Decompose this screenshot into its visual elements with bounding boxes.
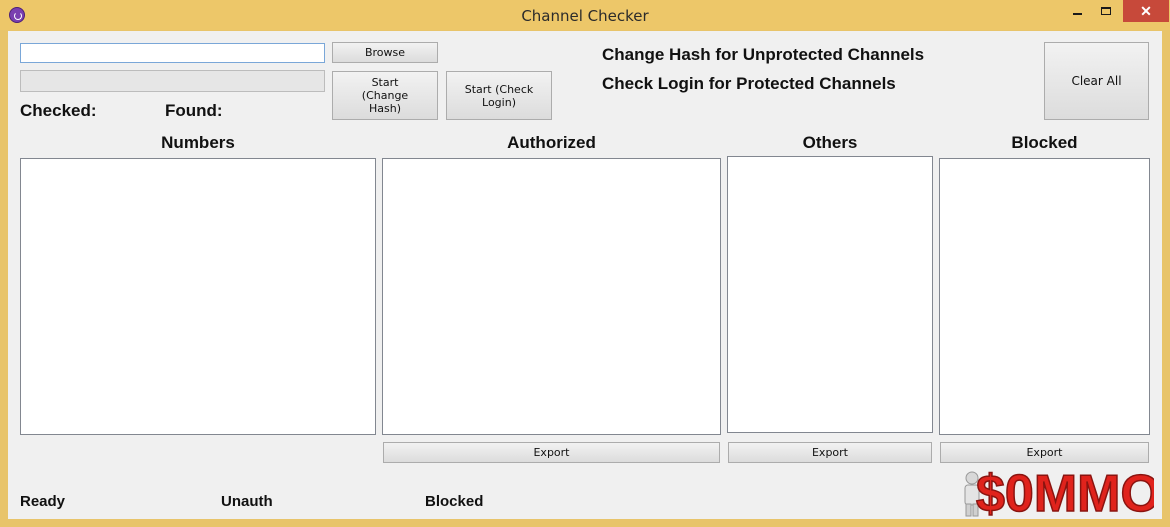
authorized-list[interactable] <box>382 158 721 435</box>
clear-all-button[interactable]: Clear All <box>1044 42 1149 120</box>
checked-label: Checked: <box>20 101 97 120</box>
others-header: Others <box>802 133 858 152</box>
title-bar[interactable]: Channel Checker ✕ <box>0 0 1170 30</box>
start-check-login-button[interactable]: Start (Check Login) <box>446 71 552 120</box>
progress-bar <box>20 70 325 92</box>
authorized-header: Authorized <box>507 133 596 152</box>
app-window: Channel Checker ✕ Browse Start (Change H… <box>0 0 1170 527</box>
close-button[interactable]: ✕ <box>1123 0 1169 22</box>
export-others-button[interactable]: Export <box>728 442 932 463</box>
status-unauth: Unauth <box>221 493 273 510</box>
browse-button[interactable]: Browse <box>332 42 438 63</box>
file-path-input[interactable] <box>20 43 325 63</box>
numbers-list[interactable] <box>20 158 376 435</box>
others-list[interactable] <box>727 156 933 433</box>
export-authorized-button[interactable]: Export <box>383 442 720 463</box>
close-icon: ✕ <box>1140 2 1152 19</box>
watermark-logo: $0MMO <box>964 464 1154 518</box>
watermark-text: $0MMO <box>976 465 1154 518</box>
minimize-button[interactable] <box>1062 0 1092 22</box>
start-change-hash-button[interactable]: Start (Change Hash) <box>332 71 438 120</box>
window-title: Channel Checker <box>521 7 649 25</box>
numbers-header: Numbers <box>161 133 235 152</box>
status-blocked: Blocked <box>425 493 484 510</box>
info-check-login: Check Login for Protected Channels <box>602 74 896 93</box>
blocked-header: Blocked <box>1011 133 1078 152</box>
maximize-button[interactable] <box>1092 0 1120 22</box>
info-change-hash: Change Hash for Unprotected Channels <box>602 45 925 64</box>
status-ready: Ready <box>20 493 66 510</box>
minimize-icon <box>1072 13 1082 15</box>
found-label: Found: <box>165 101 223 120</box>
maximize-icon <box>1101 7 1111 15</box>
client-area: Browse Start (Change Hash) Start (Check … <box>8 31 1162 519</box>
blocked-list[interactable] <box>939 158 1150 435</box>
